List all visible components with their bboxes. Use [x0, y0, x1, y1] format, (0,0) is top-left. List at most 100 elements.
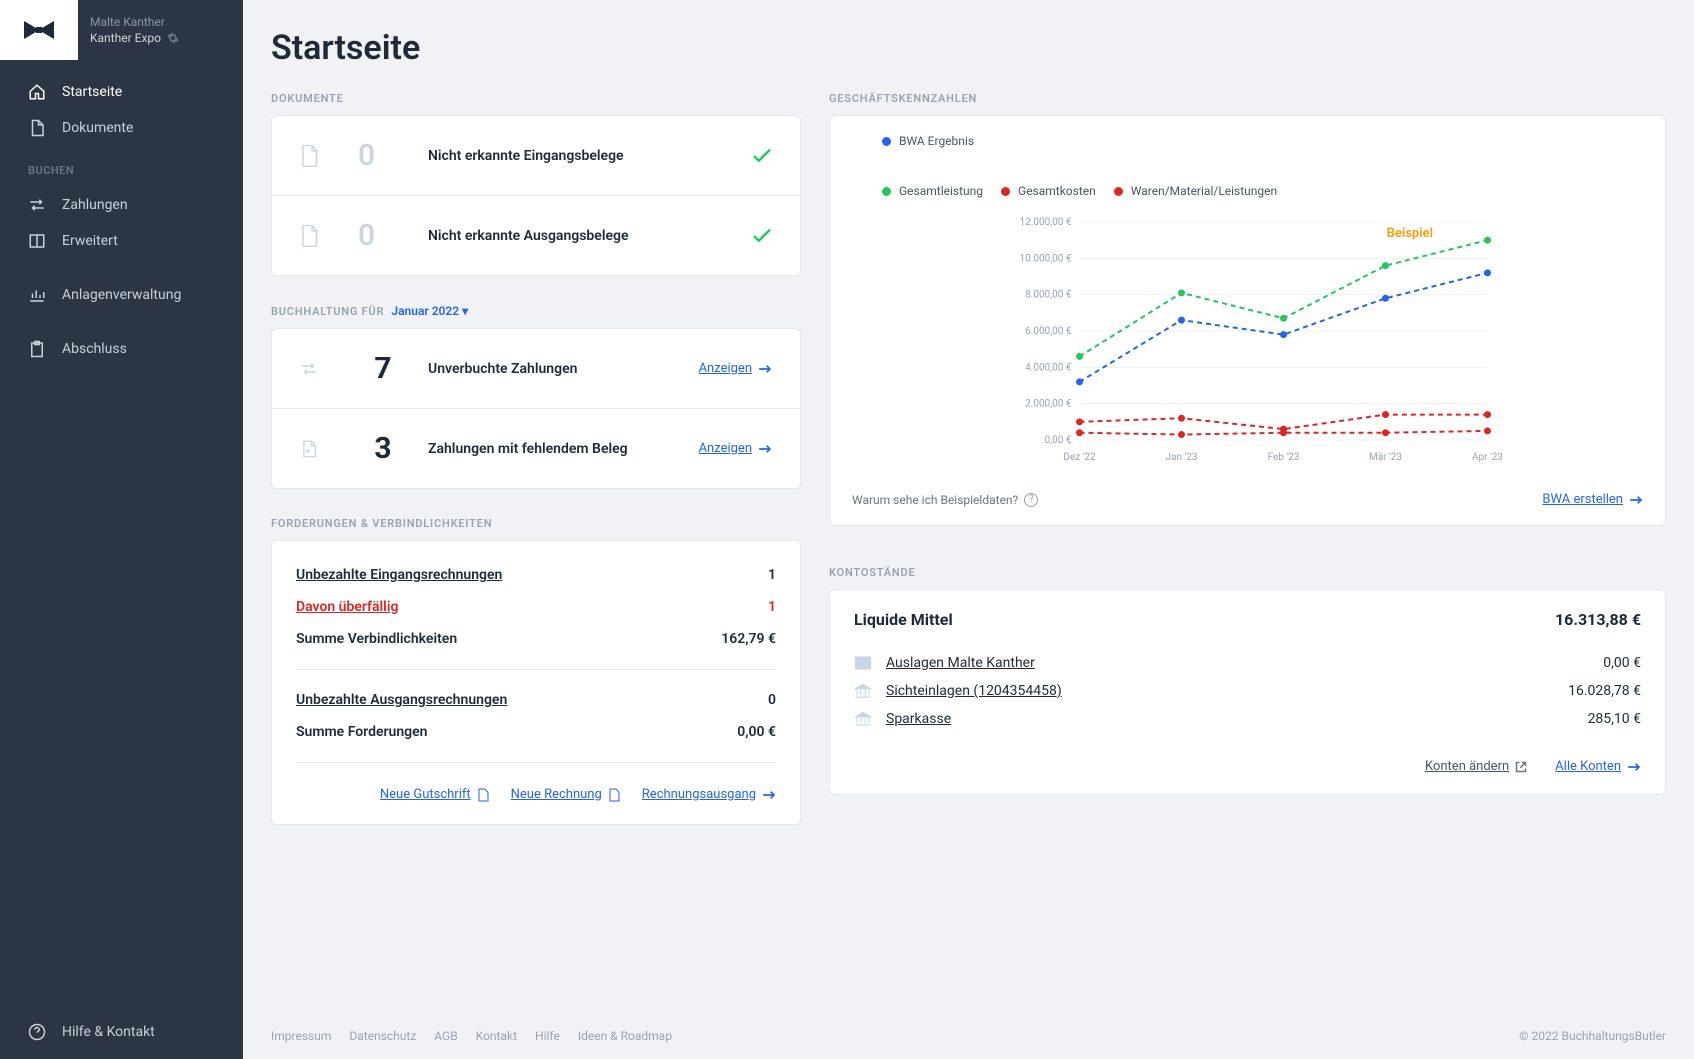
svg-text:10.000,00 €: 10.000,00 € [1019, 253, 1071, 264]
transfer-icon [28, 196, 46, 214]
book-label: Zahlungen mit fehlendem Beleg [428, 441, 699, 457]
unpaid-incoming-link[interactable]: Unbezahlte Eingangsrechnungen [296, 567, 502, 583]
chart-hint[interactable]: Warum sehe ich Beispieldaten?? [852, 493, 1038, 507]
gear-icon [167, 32, 179, 44]
svg-text:Dez '22: Dez '22 [1063, 452, 1096, 463]
arrow-right-icon [762, 790, 776, 800]
external-icon [1515, 761, 1527, 773]
doc-label: Nicht erkannte Ausgangsbelege [428, 228, 752, 244]
account-name[interactable]: Sichteinlagen (1204354458) [886, 683, 1568, 699]
doc-label: Nicht erkannte Eingangsbelege [428, 148, 752, 164]
receivables-sum-value: 0,00 € [737, 724, 776, 740]
svg-text:8.000,00 €: 8.000,00 € [1025, 290, 1072, 301]
overdue-value: 1 [768, 599, 776, 615]
kpi-heading: GESCHÄFTSKENNZAHLEN [829, 92, 1666, 105]
line-chart-svg: 0,00 €2.000,00 €4.000,00 €6.000,00 €8.00… [862, 214, 1643, 464]
account-name[interactable]: Sparkasse [886, 711, 1588, 727]
nav-abschluss[interactable]: Abschluss [0, 331, 243, 367]
new-invoice-button[interactable]: Neue Rechnung [511, 787, 620, 802]
user-info[interactable]: Malte Kanther Kanther Expo [78, 5, 191, 55]
receivables-card: Unbezahlte Eingangsrechnungen 1 Davon übe… [271, 540, 801, 825]
document-icon [477, 788, 489, 802]
liabilities-sum-label: Summe Verbindlichkeiten [296, 631, 457, 647]
footer-datenschutz[interactable]: Datenschutz [349, 1029, 416, 1043]
all-accounts-button[interactable]: Alle Konten [1555, 759, 1641, 774]
doc-row-incoming[interactable]: 0 Nicht erkannte Eingangsbelege [272, 116, 800, 196]
footer-copyright: © 2022 BuchhaltungsButler [1519, 1029, 1666, 1043]
svg-text:Jan '23: Jan '23 [1166, 452, 1198, 463]
show-missing-button[interactable]: Anzeigen [699, 441, 772, 456]
kpi-card: BWA Ergebnis Gesamtleistung Gesamtkosten… [829, 115, 1666, 526]
liquid-assets-total: 16.313,88 € [1555, 610, 1641, 629]
unpaid-outgoing-value: 0 [768, 692, 776, 708]
chart: Beispiel 0,00 €2.000,00 €4.000,00 €6.000… [862, 214, 1643, 464]
footer-agb[interactable]: AGB [434, 1029, 457, 1043]
footer-kontakt[interactable]: Kontakt [476, 1029, 517, 1043]
documents-card: 0 Nicht erkannte Eingangsbelege 0 Nicht … [271, 115, 801, 276]
page-footer: Impressum Datenschutz AGB Kontakt Hilfe … [243, 1013, 1694, 1059]
page-title: Startseite [271, 0, 1666, 92]
chart-legend: BWA Ergebnis Gesamtleistung Gesamtkosten… [882, 134, 1643, 198]
show-unbooked-button[interactable]: Anzeigen [699, 361, 772, 376]
footer-ideen[interactable]: Ideen & Roadmap [578, 1029, 672, 1043]
clipboard-icon [28, 340, 46, 358]
receivables-sum-label: Summe Forderungen [296, 724, 427, 740]
legend-gesamtkosten: Gesamtkosten [1001, 184, 1096, 198]
account-name[interactable]: Auslagen Malte Kanther [886, 655, 1603, 671]
svg-text:Feb '23: Feb '23 [1268, 452, 1300, 463]
grid-icon [854, 655, 872, 671]
nav-anlagen[interactable]: Anlagenverwaltung [0, 277, 243, 313]
svg-text:Apr '23: Apr '23 [1472, 452, 1503, 463]
doc-count: 0 [358, 218, 408, 253]
create-bwa-button[interactable]: BWA erstellen [1542, 492, 1643, 507]
nav-erweitert[interactable]: Erweitert [0, 223, 243, 259]
book-count: 7 [358, 351, 408, 386]
transfer-icon [300, 360, 318, 378]
account-row: Auslagen Malte Kanther 0,00 € [854, 649, 1641, 677]
logo[interactable] [0, 0, 78, 60]
bowtie-icon [24, 21, 54, 39]
svg-text:0,00 €: 0,00 € [1045, 435, 1072, 446]
bank-icon [854, 683, 872, 699]
company-name: Kanther Expo [90, 31, 179, 45]
legend-gesamtleistung: Gesamtleistung [882, 184, 983, 198]
invoice-outgoing-button[interactable]: Rechnungsausgang [642, 787, 776, 802]
period-selector[interactable]: Januar 2022 ▾ [391, 304, 468, 318]
unpaid-incoming-value: 1 [768, 567, 776, 583]
document-missing-icon [300, 440, 318, 458]
info-icon: ? [1024, 493, 1038, 507]
edit-accounts-button[interactable]: Konten ändern [1425, 759, 1527, 774]
footer-hilfe[interactable]: Hilfe [535, 1029, 560, 1043]
unpaid-outgoing-link[interactable]: Unbezahlte Ausgangsrechnungen [296, 692, 507, 708]
nav-zahlungen[interactable]: Zahlungen [0, 187, 243, 223]
legend-waren: Waren/Material/Leistungen [1114, 184, 1277, 198]
check-icon [752, 148, 772, 164]
account-value: 285,10 € [1588, 711, 1641, 727]
bookkeeping-heading: BUCHHALTUNG FÜR Januar 2022 ▾ [271, 304, 801, 318]
book-row-unbooked: 7 Unverbuchte Zahlungen Anzeigen [272, 329, 800, 409]
documents-heading: DOKUMENTE [271, 92, 801, 105]
panels-icon [28, 232, 46, 250]
footer-impressum[interactable]: Impressum [271, 1029, 331, 1043]
receivables-heading: FORDERUNGEN & VERBINDLICHKEITEN [271, 517, 801, 530]
document-icon [300, 225, 318, 247]
document-icon [300, 145, 318, 167]
chart-icon [28, 286, 46, 304]
new-credit-button[interactable]: Neue Gutschrift [380, 787, 489, 802]
book-label: Unverbuchte Zahlungen [428, 361, 699, 377]
legend-bwa: BWA Ergebnis [882, 134, 974, 148]
liabilities-sum-value: 162,79 € [721, 631, 776, 647]
account-value: 16.028,78 € [1568, 683, 1641, 699]
user-name: Malte Kanther [90, 15, 179, 29]
bookkeeping-card: 7 Unverbuchte Zahlungen Anzeigen 3 Zahlu… [271, 328, 801, 489]
overdue-link[interactable]: Davon überfällig [296, 599, 398, 615]
arrow-right-icon [1629, 495, 1643, 505]
account-row: Sichteinlagen (1204354458) 16.028,78 € [854, 677, 1641, 705]
nav-startseite[interactable]: Startseite [0, 74, 243, 110]
main-content: Startseite DOKUMENTE 0 Nicht erkannte Ei… [243, 0, 1694, 1059]
nav-help[interactable]: Hilfe & Kontakt [0, 1005, 243, 1059]
bank-icon [854, 711, 872, 727]
nav-dokumente[interactable]: Dokumente [0, 110, 243, 146]
section-buchen-label: BUCHEN [0, 146, 243, 187]
doc-row-outgoing[interactable]: 0 Nicht erkannte Ausgangsbelege [272, 196, 800, 275]
